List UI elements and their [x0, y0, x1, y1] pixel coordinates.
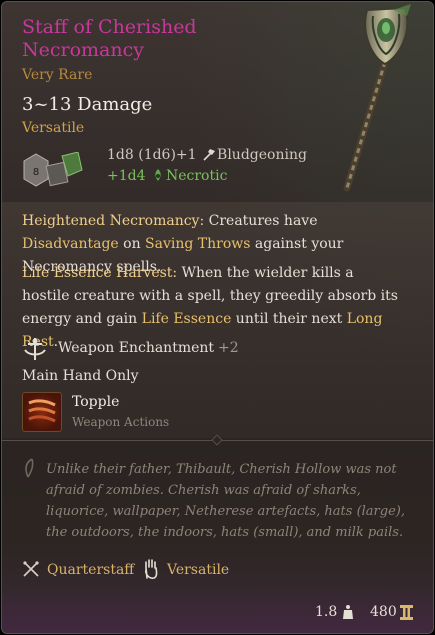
action-topple-name[interactable]: Topple [72, 394, 119, 410]
item-value: 480 [370, 604, 397, 620]
item-weight: 1.8 [315, 604, 338, 620]
passive-text: until their next [231, 311, 347, 327]
tag-quarterstaff[interactable]: Quarterstaff [47, 562, 134, 578]
passive-name: Life Essence Harvest: [22, 265, 178, 281]
weapon-enchantment[interactable]: Weapon Enchantment +2 [58, 340, 239, 356]
dice-icon: 8 [23, 152, 83, 187]
item-tooltip-card: Staff of Cherished Necromancy Very Rare … [1, 1, 434, 634]
necrotic-icon [155, 169, 161, 181]
damage-main-dice: 1d8 (1d6)+1 [107, 147, 197, 163]
damage-extra-line: +1d4 Necrotic [107, 168, 227, 184]
damage-extra-dice: +1d4 [107, 168, 146, 184]
keyword-saving-throws[interactable]: Saving Throws [145, 236, 250, 252]
item-footer [2, 590, 433, 633]
lore-quill-icon [25, 458, 34, 478]
passive-text: Creatures have [204, 213, 318, 229]
bludgeoning-icon [203, 149, 216, 161]
gold-icon [400, 605, 413, 620]
crossed-staves-icon [23, 561, 39, 577]
keyword-disadvantage[interactable]: Disadvantage [22, 236, 119, 252]
damage-range: 3~13 Damage [22, 94, 153, 115]
topple-icon[interactable] [22, 392, 62, 432]
main-hand-restriction: Main Hand Only [22, 368, 139, 384]
weapon-enchantment-icon [24, 338, 46, 360]
action-topple-category: Weapon Actions [72, 415, 170, 429]
item-rarity: Very Rare [22, 67, 93, 83]
keyword-life-essence[interactable]: Life Essence [142, 311, 232, 327]
passive-text: on [118, 236, 146, 252]
tag-versatile[interactable]: Versatile [167, 562, 229, 578]
damage-extra-type: Necrotic [165, 168, 228, 184]
item-name: Staff of Cherished Necromancy [22, 16, 197, 61]
weapon-enchantment-bonus: +2 [218, 340, 239, 356]
weapon-property-versatile[interactable]: Versatile [22, 120, 84, 136]
hand-icon [145, 559, 158, 579]
passive-name: Heightened Necromancy: [22, 213, 205, 229]
weight-icon [343, 605, 353, 619]
lore-text: Unlike their father, Thibault, Cherish H… [46, 462, 405, 540]
weapon-enchantment-label: Weapon Enchantment [58, 340, 215, 356]
damage-main-line: 1d8 (1d6)+1 Bludgeoning [107, 147, 307, 163]
svg-text:8: 8 [33, 167, 39, 178]
staff-artwork-icon [343, 4, 411, 192]
damage-main-type: Bludgeoning [217, 147, 307, 163]
